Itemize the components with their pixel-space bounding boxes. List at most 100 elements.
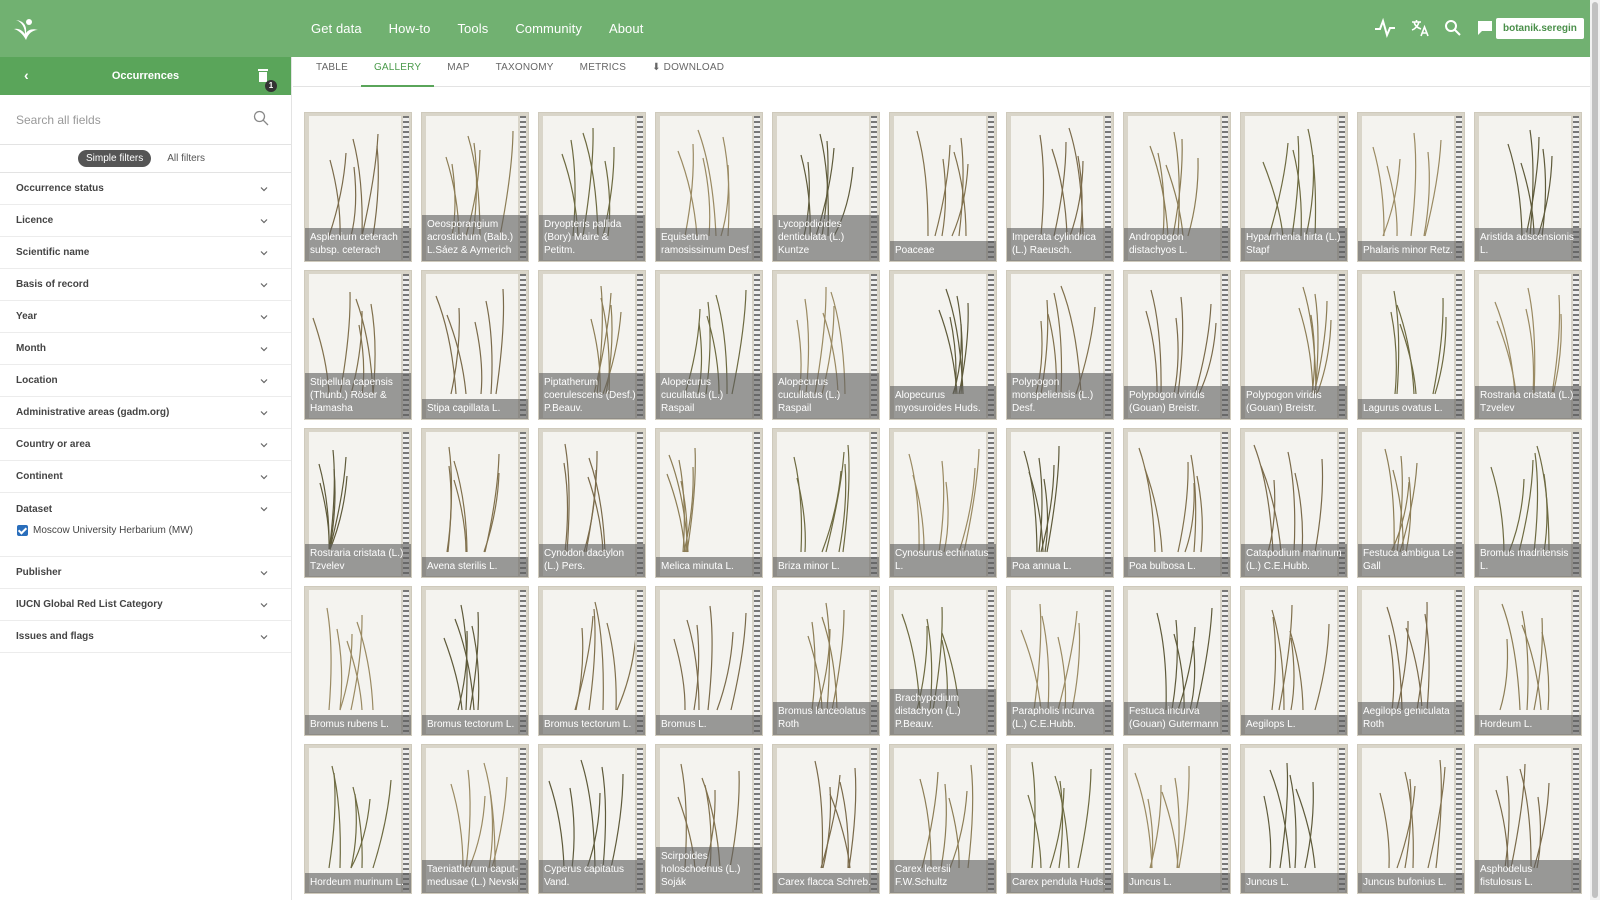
gallery-card[interactable]: Lagurus ovatus L. (1357, 270, 1465, 420)
search-input[interactable] (16, 109, 246, 131)
filter-row-month[interactable]: Month (0, 333, 291, 365)
gallery-card[interactable]: Stipellula capensis (Thunb.) Röser & Ham… (304, 270, 412, 420)
gallery-card[interactable]: Poaceae (889, 112, 997, 262)
feedback-icon[interactable] (1476, 19, 1494, 37)
nav-about[interactable]: About (609, 21, 643, 36)
filter-row-issues-and-flags[interactable]: Issues and flags (0, 621, 291, 653)
gallery-card[interactable]: Equisetum ramosissimum Desf. (655, 112, 763, 262)
nav-tools[interactable]: Tools (457, 21, 488, 36)
activity-icon[interactable] (1374, 18, 1396, 38)
user-button[interactable]: botanik.seregin (1496, 18, 1584, 39)
nav-get-data[interactable]: Get data (311, 21, 362, 36)
gallery-card[interactable]: Festuca incurva (Gouan) Gutermann (1123, 586, 1231, 736)
gallery-card[interactable]: Asphodelus fistulosus L. (1474, 744, 1582, 894)
color-scale (403, 590, 409, 734)
filter-row-licence[interactable]: Licence (0, 205, 291, 237)
gallery-card[interactable]: Asplenium ceterach subsp. ceterach (304, 112, 412, 262)
gallery-card[interactable]: Stipa capillata L. (421, 270, 529, 420)
nav-community[interactable]: Community (515, 21, 582, 36)
gallery-card[interactable]: Poa annua L. (1006, 428, 1114, 578)
gbif-logo-icon[interactable] (12, 16, 40, 42)
tab-download[interactable]: ⬇ DOWNLOAD (639, 57, 737, 87)
chevron-down-icon (260, 410, 268, 415)
gallery-card[interactable]: Hyparrhenia hirta (L.) Stapf (1240, 112, 1348, 262)
gallery-card[interactable]: Andropogon distachyos L. (1123, 112, 1231, 262)
dataset-checkbox-row[interactable]: Moscow University Herbarium (MW) (0, 525, 291, 536)
gallery-card[interactable]: Poa bulbosa L. (1123, 428, 1231, 578)
gallery-card[interactable]: Bromus lanceolatus Roth (772, 586, 880, 736)
gallery-card[interactable]: Polypogon monspeliensis (L.) Desf. (1006, 270, 1114, 420)
gallery-card[interactable]: Bromus L. (655, 586, 763, 736)
chevron-down-icon (260, 314, 268, 319)
gallery-card[interactable]: Polypogon viridis (Gouan) Breistr. (1240, 270, 1348, 420)
filter-row-country-or-area[interactable]: Country or area (0, 429, 291, 461)
gallery-card[interactable]: Carex leersii F.W.Schultz (889, 744, 997, 894)
gallery-card[interactable]: Juncus L. (1123, 744, 1231, 894)
tab-table[interactable]: TABLE (303, 57, 361, 87)
gallery-card[interactable]: Dryopteris pallida (Bory) Maire & Petitm… (538, 112, 646, 262)
filter-row-location[interactable]: Location (0, 365, 291, 397)
nav-how-to[interactable]: How-to (389, 21, 431, 36)
gallery-card[interactable]: Aristida adscensionis L. (1474, 112, 1582, 262)
filter-row-scientific-name[interactable]: Scientific name (0, 237, 291, 269)
gallery-card[interactable]: Melica minuta L. (655, 428, 763, 578)
gallery-card[interactable]: Catapodium marinum (L.) C.E.Hubb. (1240, 428, 1348, 578)
filter-row-administrative-areas-gadm-org[interactable]: Administrative areas (gadm.org) (0, 397, 291, 429)
gallery-card[interactable]: Cyperus capitatus Vand. (538, 744, 646, 894)
gallery-card[interactable]: Polypogon viridis (Gouan) Breistr. (1123, 270, 1231, 420)
tab-simple-filters[interactable]: Simple filters (77, 150, 152, 167)
gallery-card[interactable]: Bromus tectorum L. (538, 586, 646, 736)
gallery-card[interactable]: Phalaris minor Retz. (1357, 112, 1465, 262)
gallery-card[interactable]: Carex pendula Huds. (1006, 744, 1114, 894)
species-name: Stipa capillata L. (422, 399, 528, 419)
gallery-card[interactable]: Bromus madritensis L. (1474, 428, 1582, 578)
search-icon[interactable] (253, 110, 269, 126)
gallery-card[interactable]: Piptatherum coerulescens (Desf.) P.Beauv… (538, 270, 646, 420)
filter-row-iucn-global-red-list-category[interactable]: IUCN Global Red List Category (0, 589, 291, 621)
gallery-card[interactable]: Bromus rubens L. (304, 586, 412, 736)
gallery-card[interactable]: Rostraria cristata (L.) Tzvelev (1474, 270, 1582, 420)
filter-row-publisher[interactable]: Publisher (0, 557, 291, 589)
filter-row-dataset[interactable]: Dataset (0, 493, 291, 525)
page-scrollbar[interactable] (1590, 0, 1600, 900)
filter-sidebar: ‹ Occurrences 1 Simple filters All filte… (0, 57, 292, 900)
gallery-card[interactable]: Bromus tectorum L. (421, 586, 529, 736)
filter-row-basis-of-record[interactable]: Basis of record (0, 269, 291, 301)
tab-taxonomy[interactable]: TAXONOMY (483, 57, 567, 87)
checkbox-checked[interactable] (17, 525, 28, 536)
gallery-card[interactable]: Oeosporangium acrostichum (Balb.) L.Sáez… (421, 112, 529, 262)
gallery-card[interactable]: Aegilops L. (1240, 586, 1348, 736)
gallery-card[interactable]: Cynosurus echinatus L. (889, 428, 997, 578)
tab-metrics[interactable]: METRICS (567, 57, 639, 87)
filter-row-continent[interactable]: Continent (0, 461, 291, 493)
gallery-card[interactable]: Aegilops geniculata Roth (1357, 586, 1465, 736)
gallery-card[interactable]: Avena sterilis L. (421, 428, 529, 578)
gallery-card[interactable]: Juncus bufonius L. (1357, 744, 1465, 894)
tab-all-filters[interactable]: All filters (159, 150, 213, 167)
tab-gallery[interactable]: GALLERY (360, 57, 435, 87)
gallery-card[interactable]: Festuca ambigua Le Gall (1357, 428, 1465, 578)
gallery-card[interactable]: Rostraria cristata (L.) Tzvelev (304, 428, 412, 578)
gallery-card[interactable]: Taeniatherum caput-medusae (L.) Nevski (421, 744, 529, 894)
filter-row-occurrence-status[interactable]: Occurrence status (0, 173, 291, 205)
gallery-card[interactable]: Briza minor L. (772, 428, 880, 578)
tab-map[interactable]: MAP (434, 57, 482, 87)
gallery-card[interactable]: Hordeum L. (1474, 586, 1582, 736)
gallery-card[interactable]: Alopecurus cucullatus (L.) Raspail (655, 270, 763, 420)
gallery-card[interactable]: Brachypodium distachyon (L.) P.Beauv. (889, 586, 997, 736)
gallery-card[interactable]: Alopecurus myosuroides Huds. (889, 270, 997, 420)
back-chevron-icon[interactable]: ‹ (24, 67, 29, 83)
gallery-card[interactable]: Lycopodioides denticulata (L.) Kuntze (772, 112, 880, 262)
translate-icon[interactable] (1410, 18, 1430, 38)
gallery-card[interactable]: Cynodon dactylon (L.) Pers. (538, 428, 646, 578)
gallery-card[interactable]: Imperata cylindrica (L.) Raeusch. (1006, 112, 1114, 262)
gallery-card[interactable]: Carex flacca Schreb. (772, 744, 880, 894)
search-icon[interactable] (1444, 19, 1462, 37)
gallery-card[interactable]: Hordeum murinum L. (304, 744, 412, 894)
species-name: Parapholis incurva (L.) C.E.Hubb. (1007, 702, 1113, 735)
gallery-card[interactable]: Parapholis incurva (L.) C.E.Hubb. (1006, 586, 1114, 736)
gallery-card[interactable]: Scirpoides holoschoenus (L.) Soják (655, 744, 763, 894)
gallery-card[interactable]: Alopecurus cucullatus (L.) Raspail (772, 270, 880, 420)
gallery-card[interactable]: Juncus L. (1240, 744, 1348, 894)
filter-row-year[interactable]: Year (0, 301, 291, 333)
